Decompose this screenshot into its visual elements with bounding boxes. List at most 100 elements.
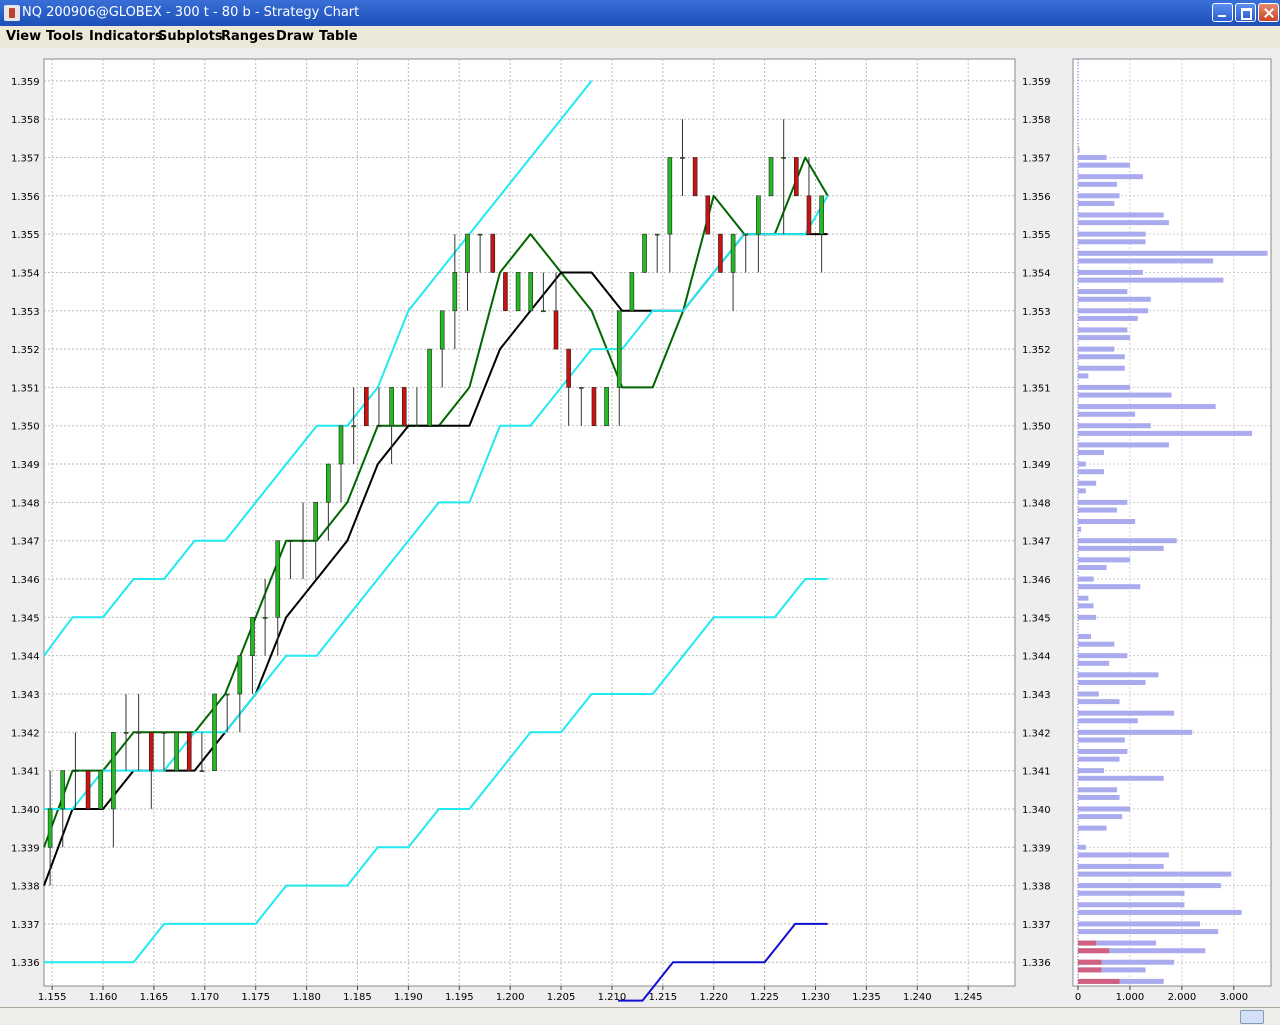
menu-ranges[interactable]: Ranges [221,29,275,44]
bull-candle [326,463,331,503]
volume-bar [1078,384,1130,390]
minimize-button[interactable] [1212,3,1233,22]
bull-candle [579,387,584,389]
bull-candle [515,272,521,312]
menu-tools[interactable]: Tools [46,29,83,44]
volume-bar [1078,220,1169,226]
bear-candle [794,157,799,197]
y-tick-label-right: 1.353 [1022,307,1051,318]
volume-bar [1078,507,1117,513]
volume-bar [1078,576,1094,582]
x-tick-label: 1.165 [140,992,169,1003]
bull-candle [756,195,761,235]
close-button[interactable] [1258,3,1279,22]
volume-bar [1078,212,1164,218]
bull-candle [541,310,546,313]
y-tick-label-left: 1.344 [11,652,40,663]
bear-candle [566,348,571,388]
volume-bar [1078,315,1138,321]
bull-candle [199,770,205,772]
y-tick-label-right: 1.346 [1022,575,1051,586]
bear-candle [553,310,559,350]
bull-candle [680,157,685,159]
volume-x-tick-label: 1.000 [1116,992,1145,1003]
volume-bar [1078,519,1136,525]
volume-bar [1078,584,1141,590]
x-tick-label: 1.185 [343,992,372,1003]
bear-candle [591,387,597,427]
y-tick-label-left: 1.357 [11,153,40,164]
bull-candle [439,310,445,350]
bull-candle [654,233,660,236]
bull-candle [819,195,824,235]
volume-bar [1078,277,1224,283]
bull-candle [224,693,230,696]
volume-bar [1078,653,1128,659]
bear-candle [705,195,711,235]
y-tick-label-left: 1.342 [11,728,40,739]
x-tick-label: 1.210 [598,992,627,1003]
volume-bar [1078,737,1125,743]
volume-bar [1078,442,1169,448]
volume-bar [1078,603,1094,609]
bull-candle [174,732,179,771]
bull-candle [642,233,647,273]
volume-bar [1078,641,1115,647]
bull-candle [47,808,53,848]
volume-bar [1078,480,1097,486]
y-tick-label-right: 1.340 [1022,805,1051,816]
y-tick-label-right: 1.359 [1022,77,1051,88]
menu-subplots[interactable]: Subplots [158,29,223,44]
volume-bar [1078,392,1172,398]
volume-bar [1078,258,1214,264]
x-tick-label: 1.245 [954,992,983,1003]
volume-bar [1078,806,1130,812]
horizontal-scrollbar[interactable] [0,1007,1280,1025]
bull-candle [452,272,458,312]
menu-indicators[interactable]: Indicators [89,29,163,44]
volume-bar [1078,488,1086,494]
y-tick-label-left: 1.345 [11,613,40,624]
volume-bar [1078,296,1151,302]
volume-bar [1078,672,1159,678]
x-tick-label: 1.190 [394,992,423,1003]
bull-candle [161,732,167,734]
bull-candle [136,732,141,734]
volume-bar [1078,699,1120,705]
y-tick-label-right: 1.343 [1022,690,1051,701]
menu-view[interactable]: View [6,29,41,44]
y-tick-label-left: 1.348 [11,498,40,509]
volume-bar-highlight [1078,959,1102,965]
volume-bar [1078,346,1115,352]
volume-bar [1078,250,1268,256]
bull-candle [275,540,281,618]
scrollbar-thumb[interactable] [1240,1010,1264,1024]
bull-candle [781,157,786,159]
chart-area[interactable]: 1.336 1.336 1.337 1.337 1.338 1.338 1.339 1.339… [0,48,1280,1007]
volume-bar [1078,768,1104,774]
volume-bar [1078,430,1253,436]
title-bar: NQ 200906@GLOBEX - 300 t - 80 b - Strate… [0,0,1280,26]
menu-draw[interactable]: Draw [276,29,314,44]
volume-bar [1078,450,1104,456]
volume-bar [1078,404,1216,410]
volume-bar [1078,181,1117,187]
bear-candle [718,233,723,273]
y-tick-label-right: 1.349 [1022,460,1051,471]
bull-candle [288,540,293,543]
bull-candle [300,540,306,543]
bull-candle [313,502,319,542]
y-tick-label-left: 1.359 [11,77,40,88]
menu-table[interactable]: Table [319,29,358,44]
bull-candle [338,425,344,465]
maximize-button[interactable] [1235,3,1256,22]
volume-bar [1078,756,1120,762]
bull-candle [351,425,356,428]
y-tick-label-right: 1.354 [1022,268,1051,279]
volume-bar [1078,557,1130,563]
volume-bar [1078,883,1221,889]
x-tick-label: 1.225 [750,992,779,1003]
volume-bar [1078,289,1128,295]
bull-candle [376,425,382,428]
volume-bar [1078,909,1242,915]
